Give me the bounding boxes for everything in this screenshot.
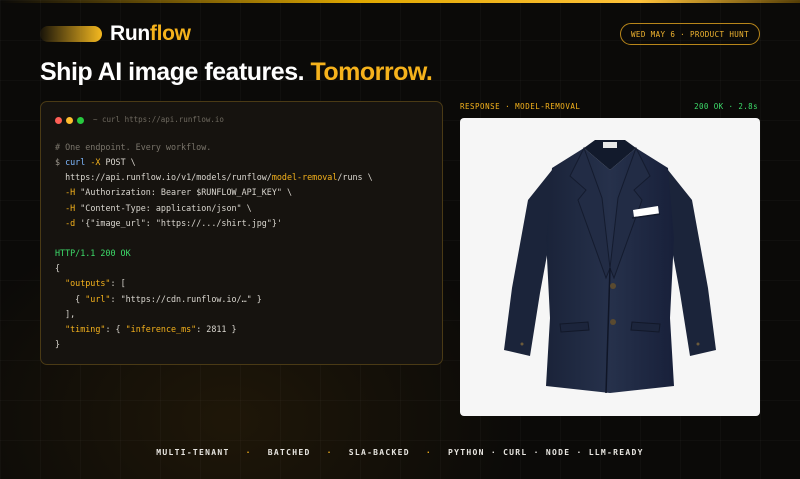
top-accent-line [0, 0, 800, 3]
content-header-value: "Content-Type: application/json" \ [80, 202, 252, 213]
shell-prompt: $ [55, 157, 61, 168]
navy-blazer-image [504, 140, 716, 394]
data-body: '{"image_url": "https://.../shirt.jpg"}' [80, 217, 282, 228]
outputs-open: : [ [110, 278, 126, 289]
feature-item: MULTI-TENANT [156, 448, 230, 457]
data-flag: -d [65, 217, 76, 228]
feature-separator: · [245, 448, 252, 457]
minimize-dot-icon [66, 117, 73, 124]
url-key: "url" [85, 293, 111, 304]
logo-mark-icon [40, 26, 102, 42]
code-block: # One endpoint. Every workflow. $ curl -… [55, 140, 373, 352]
url-prefix: https://api.runflow.io/v1/models/runflow… [65, 172, 272, 183]
launch-date-text: WED MAY 6 · PRODUCT HUNT [631, 29, 749, 39]
auth-header-value: "Authorization: Bearer $RUNFLOW_API_KEY"… [80, 187, 293, 198]
brand-name-part2: flow [149, 22, 191, 45]
response-status: 200 OK · 2.8s [694, 102, 758, 111]
feature-item: PYTHON · CURL · NODE · LLM-READY [448, 448, 644, 457]
terminal-title: ~ curl https://api.runflow.io [93, 115, 224, 124]
window-controls [55, 117, 84, 124]
feature-separator: · [326, 448, 333, 457]
feature-list: MULTI-TENANT · BATCHED · SLA-BACKED · PY… [0, 448, 800, 457]
brand-logo[interactable]: Runflow [110, 22, 191, 46]
url-suffix: /runs \ [337, 172, 373, 183]
brand-name-part1: Run [110, 22, 150, 45]
code-comment: # One endpoint. Every workflow. [55, 142, 212, 152]
json-close-brace: } [55, 339, 61, 350]
headline-part2: Tomorrow. [310, 58, 433, 86]
code-terminal: ~ curl https://api.runflow.io # One endp… [40, 101, 443, 365]
url-model: model-removal [271, 172, 338, 183]
http-status-line: HTTP/1.1 200 OK [55, 248, 131, 259]
page-headline: Ship AI image features. Tomorrow. [40, 58, 433, 87]
method-flag: -X [90, 157, 101, 168]
inference-key: "inference_ms" [125, 323, 197, 334]
outputs-close: ], [65, 308, 76, 319]
launch-date-badge[interactable]: WED MAY 6 · PRODUCT HUNT [620, 23, 760, 45]
http-method: POST \ [105, 157, 136, 168]
json-open-brace: { [55, 263, 61, 274]
output-image-frame[interactable] [460, 118, 760, 416]
feature-item: SLA-BACKED [348, 448, 410, 457]
timing-open: : { [105, 323, 121, 334]
headline-part1: Ship AI image features. [40, 58, 305, 86]
output-item-open: { [75, 293, 81, 304]
outputs-key: "outputs" [65, 278, 111, 289]
feature-item: BATCHED [267, 448, 311, 457]
timing-key: "timing" [65, 323, 106, 334]
url-value: : "https://cdn.runflow.io/…" } [110, 293, 262, 304]
close-dot-icon [55, 117, 62, 124]
feature-separator: · [425, 448, 433, 457]
auth-header-flag: -H [65, 187, 76, 198]
response-label: RESPONSE · MODEL-REMOVAL [460, 102, 581, 111]
curl-command: curl [65, 157, 86, 168]
inference-value: : 2811 } [196, 323, 237, 334]
maximize-dot-icon [77, 117, 84, 124]
content-header-flag: -H [65, 202, 76, 213]
